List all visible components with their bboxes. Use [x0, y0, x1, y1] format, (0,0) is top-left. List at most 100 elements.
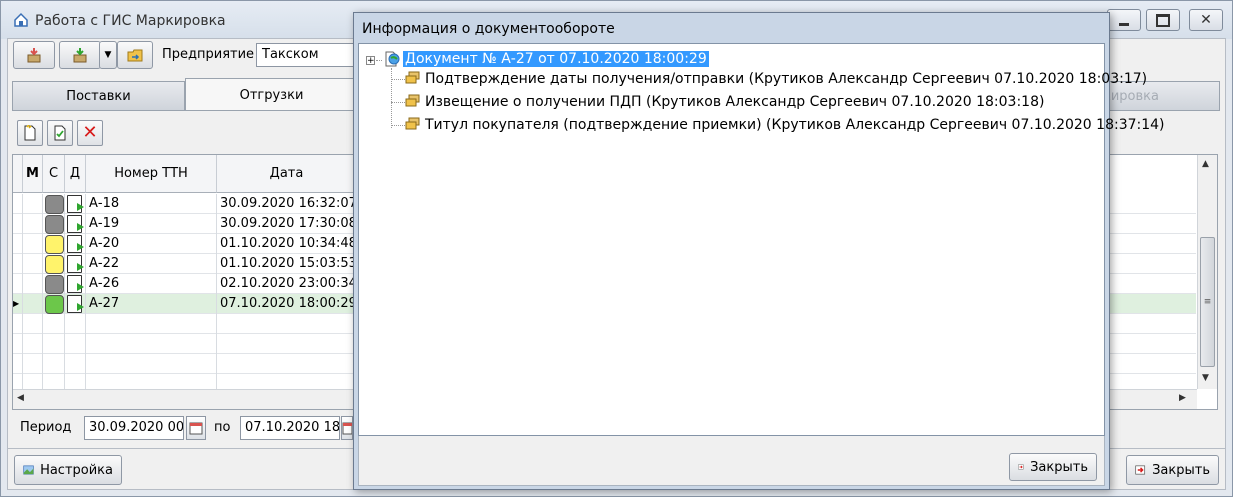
cell-document	[65, 214, 86, 234]
document-send-icon[interactable]	[67, 275, 84, 293]
minimize-button[interactable]	[1107, 9, 1141, 31]
cell-document	[65, 254, 86, 274]
main-close-button-label: Закрыть	[1152, 462, 1210, 478]
new-document-button[interactable]	[17, 120, 43, 146]
cell-ttn: А-22	[86, 254, 217, 274]
tree-line	[391, 68, 392, 128]
column-header-date[interactable]: Дата	[217, 155, 357, 193]
empty-cell	[86, 334, 217, 354]
empty-cell	[13, 314, 23, 334]
chevron-down-icon: ▼	[104, 50, 112, 60]
cell-ttn: А-27	[86, 294, 217, 314]
refresh-button[interactable]	[117, 41, 153, 69]
cell-document	[65, 294, 86, 314]
empty-cell	[217, 314, 357, 334]
calendar-icon	[189, 422, 203, 435]
dialog-footer: Закрыть	[358, 436, 1105, 486]
dialog-close-button[interactable]: Закрыть	[1009, 453, 1097, 481]
empty-cell	[23, 354, 43, 374]
tree-line	[391, 125, 405, 126]
cell-m	[23, 234, 43, 254]
empty-cell	[86, 354, 217, 374]
empty-cell	[217, 334, 357, 354]
cell-date: 30.09.2020 16:32:07	[217, 194, 357, 214]
enterprise-field[interactable]: Такском	[256, 43, 366, 67]
status-indicator-icon	[45, 255, 64, 274]
tab-postavki[interactable]: Поставки	[12, 81, 185, 111]
status-indicator-icon	[45, 215, 64, 234]
row-indicator	[13, 214, 23, 234]
box-import-icon	[27, 48, 41, 63]
download-dropdown-button[interactable]: ▼	[99, 41, 117, 69]
edit-document-button[interactable]	[47, 120, 73, 146]
tree-child-node[interactable]: Подтверждение даты получения/отправки (К…	[425, 68, 1147, 90]
empty-cell	[13, 354, 23, 374]
window-title: Работа с ГИС Маркировка	[35, 13, 226, 29]
scroll-right-icon[interactable]: ▶	[1179, 393, 1186, 403]
status-indicator-icon	[45, 195, 64, 214]
scroll-up-icon[interactable]: ▲	[1202, 159, 1209, 169]
document-send-icon[interactable]	[67, 235, 84, 253]
cell-m	[23, 254, 43, 274]
envelope-icon	[405, 94, 420, 107]
cell-ttn: А-19	[86, 214, 217, 234]
cell-document	[65, 194, 86, 214]
status-indicator-icon	[45, 235, 64, 254]
cell-status	[43, 194, 65, 214]
cell-m	[23, 194, 43, 214]
document-send-icon[interactable]	[67, 255, 84, 273]
column-header-m[interactable]: М	[23, 155, 43, 193]
empty-cell	[43, 334, 65, 354]
cell-m	[23, 214, 43, 234]
window-close-button[interactable]: ✕	[1189, 9, 1223, 31]
document-tree[interactable]: + Документ № А-27 от 07.10.2020 18:00:29…	[358, 43, 1165, 436]
period-to-calendar-button[interactable]	[341, 416, 353, 440]
document-send-icon[interactable]	[67, 295, 84, 313]
row-indicator	[13, 274, 23, 294]
tree-line	[391, 102, 405, 103]
cell-date: 01.10.2020 10:34:48	[217, 234, 357, 254]
row-indicator	[13, 194, 23, 214]
cell-ttn: А-18	[86, 194, 217, 214]
row-indicator	[13, 234, 23, 254]
settings-button[interactable]: Настройка	[14, 455, 122, 485]
scroll-down-icon[interactable]: ▼	[1202, 373, 1209, 383]
tree-root-node[interactable]: Документ № А-27 от 07.10.2020 18:00:29	[403, 48, 709, 70]
cell-m	[23, 274, 43, 294]
scroll-left-icon[interactable]: ◀	[17, 393, 24, 403]
main-close-button[interactable]: Закрыть	[1126, 455, 1219, 485]
download-button[interactable]	[59, 41, 101, 69]
column-header-s[interactable]: С	[43, 155, 65, 193]
minimize-icon	[1119, 22, 1129, 26]
tree-root-label: Документ № А-27 от 07.10.2020 18:00:29	[403, 51, 709, 67]
row-indicator	[13, 254, 23, 274]
exit-icon	[1135, 465, 1146, 475]
cell-document	[65, 274, 86, 294]
period-from-calendar-button[interactable]	[186, 416, 206, 440]
cell-status	[43, 234, 65, 254]
tree-expander-icon[interactable]: +	[366, 56, 375, 66]
status-indicator-icon	[45, 295, 64, 314]
tree-child-node[interactable]: Извещение о получении ПДП (Крутиков Алек…	[425, 91, 1044, 113]
column-header-ttn[interactable]: Номер ТТН	[86, 155, 217, 193]
settings-picture-icon	[23, 465, 34, 475]
row-indicator: ▶	[13, 294, 23, 314]
scroll-thumb[interactable]: ≡	[1200, 237, 1215, 367]
column-header-d[interactable]: Д	[65, 155, 86, 193]
period-from-field[interactable]: 30.09.2020 00	[84, 416, 184, 440]
delete-button[interactable]: ✕	[77, 120, 103, 146]
empty-cell	[65, 314, 86, 334]
import-button[interactable]	[13, 41, 55, 69]
tab-otgruzki[interactable]: Отгрузки	[185, 78, 358, 111]
vertical-scrollbar[interactable]: ▲ ≡ ▼	[1197, 155, 1217, 389]
document-send-icon[interactable]	[67, 215, 84, 233]
document-send-icon[interactable]	[67, 195, 84, 213]
maximize-button[interactable]	[1146, 9, 1180, 31]
box-download-icon	[73, 48, 87, 63]
dialog-close-button-label: Закрыть	[1030, 459, 1088, 475]
cell-date: 02.10.2020 23:00:34	[217, 274, 357, 294]
house-icon	[14, 12, 28, 27]
tree-child-node[interactable]: Титул покупателя (подтверждение приемки)…	[425, 114, 1165, 136]
row-indicator-header	[13, 155, 23, 193]
period-to-field[interactable]: 07.10.2020 18	[240, 416, 340, 440]
